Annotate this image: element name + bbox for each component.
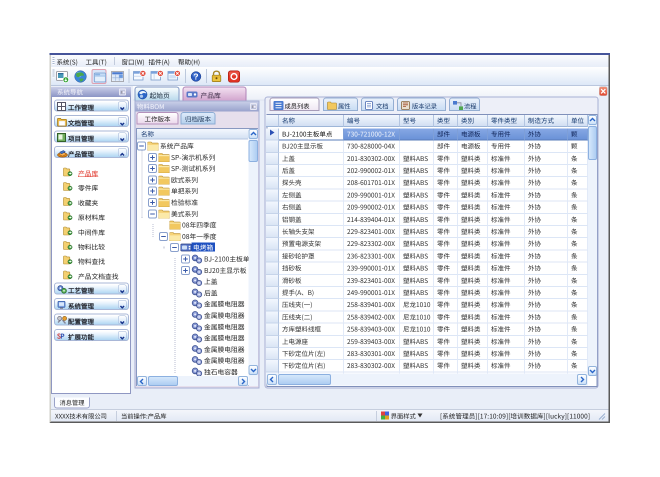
svg-text:?: ? <box>193 70 198 82</box>
